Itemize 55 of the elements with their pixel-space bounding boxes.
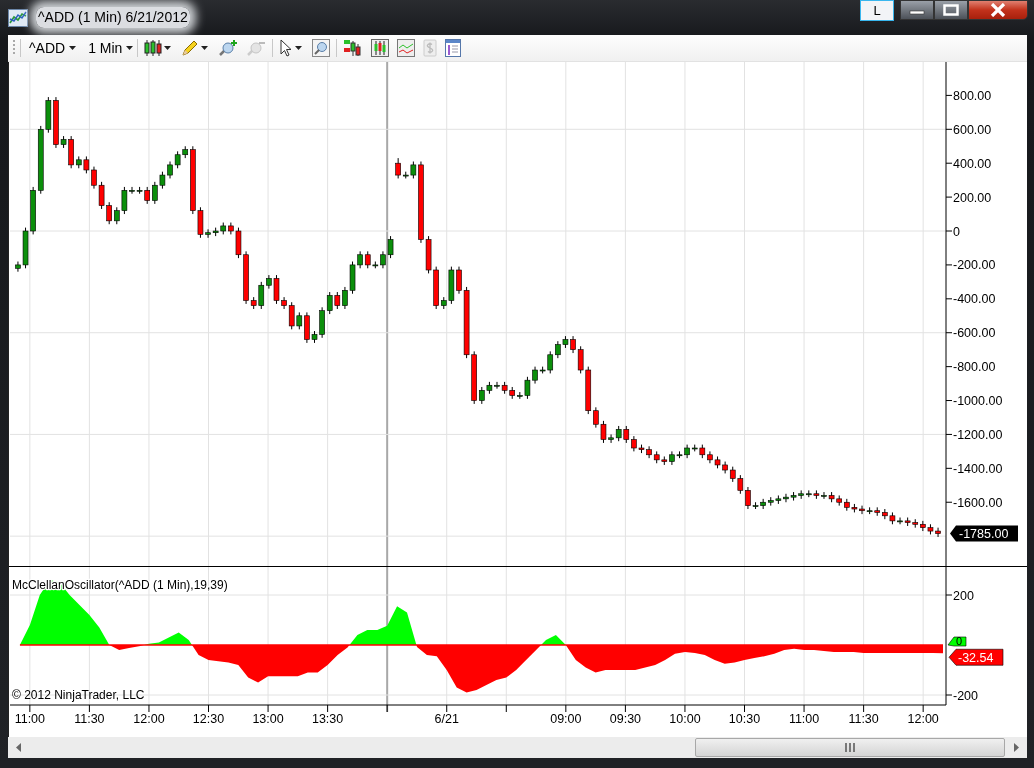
indicator-icon[interactable] (395, 39, 418, 57)
axis-label: 11:00 (14, 712, 46, 726)
axis-label: 200 (953, 588, 974, 603)
axis-label: 09:30 (609, 712, 642, 726)
axis-label: 09:00 (550, 712, 582, 726)
chart-style-icon[interactable] (369, 39, 392, 57)
caret-icon[interactable] (164, 46, 172, 50)
axis-label: 11:30 (848, 712, 879, 726)
candlestick-icon[interactable] (142, 39, 165, 57)
axis-label: -1600.00 (953, 495, 1003, 510)
scrollbar-thumb[interactable] (695, 738, 1005, 757)
axis-label: 6/21 (434, 712, 459, 726)
caret-icon[interactable] (295, 46, 303, 50)
axis-label: 11:00 (788, 712, 820, 726)
maximize-icon[interactable] (943, 4, 959, 16)
axis-label: 200.00 (953, 190, 992, 205)
axis-label: 10:00 (669, 712, 701, 726)
axis-label: -1000.00 (953, 394, 1003, 409)
grip-icon[interactable] (12, 39, 16, 57)
axis-label: -200.00 (953, 258, 996, 273)
axis-label: 13:00 (252, 712, 284, 726)
axis-label: -1400.00 (953, 461, 1003, 476)
caret-icon[interactable] (201, 46, 209, 50)
axis-label: 12:30 (192, 712, 225, 726)
close-button[interactable] (968, 0, 1028, 20)
price-tag: -1785.00 (950, 525, 1018, 542)
axis-label: -800.00 (953, 360, 996, 375)
window-button[interactable]: L (860, 0, 894, 21)
axis-label: -400.00 (953, 292, 996, 307)
copyright-text: © 2012 NinjaTrader, LLC (12, 688, 145, 702)
interval-dropdown[interactable]: 1 Min (84, 37, 127, 59)
caret-icon[interactable] (69, 46, 77, 50)
minimize-button[interactable] (900, 0, 934, 20)
axis-label: 11:30 (74, 712, 105, 726)
zero-tag: 0 (947, 634, 967, 647)
zoom-box-icon[interactable] (310, 39, 333, 57)
instrument-dropdown[interactable]: ^ADD (25, 37, 70, 59)
axis-label: 600.00 (953, 122, 992, 137)
axis-label: 400.00 (953, 156, 992, 171)
axis-label: 800.00 (953, 88, 992, 103)
caret-icon[interactable] (126, 46, 134, 50)
axis-label: -1200.00 (953, 427, 1003, 442)
axis-label: 0 (953, 224, 960, 239)
axis-label: 12:00 (133, 712, 165, 726)
value-tag: -32.54 (948, 648, 1004, 666)
axis-label: 13:30 (312, 712, 344, 726)
properties-icon[interactable] (443, 39, 464, 57)
axis-label: -600.00 (953, 326, 996, 341)
axis-label: 12:00 (907, 712, 939, 726)
close-icon[interactable] (989, 3, 1007, 17)
chart-icon (8, 8, 28, 27)
axis-label: -200 (953, 688, 979, 703)
axis-label: 10:30 (728, 712, 761, 726)
window-title: ^ADD (1 Min) 6/21/2012 (36, 7, 190, 28)
maximize-button[interactable] (934, 0, 968, 20)
